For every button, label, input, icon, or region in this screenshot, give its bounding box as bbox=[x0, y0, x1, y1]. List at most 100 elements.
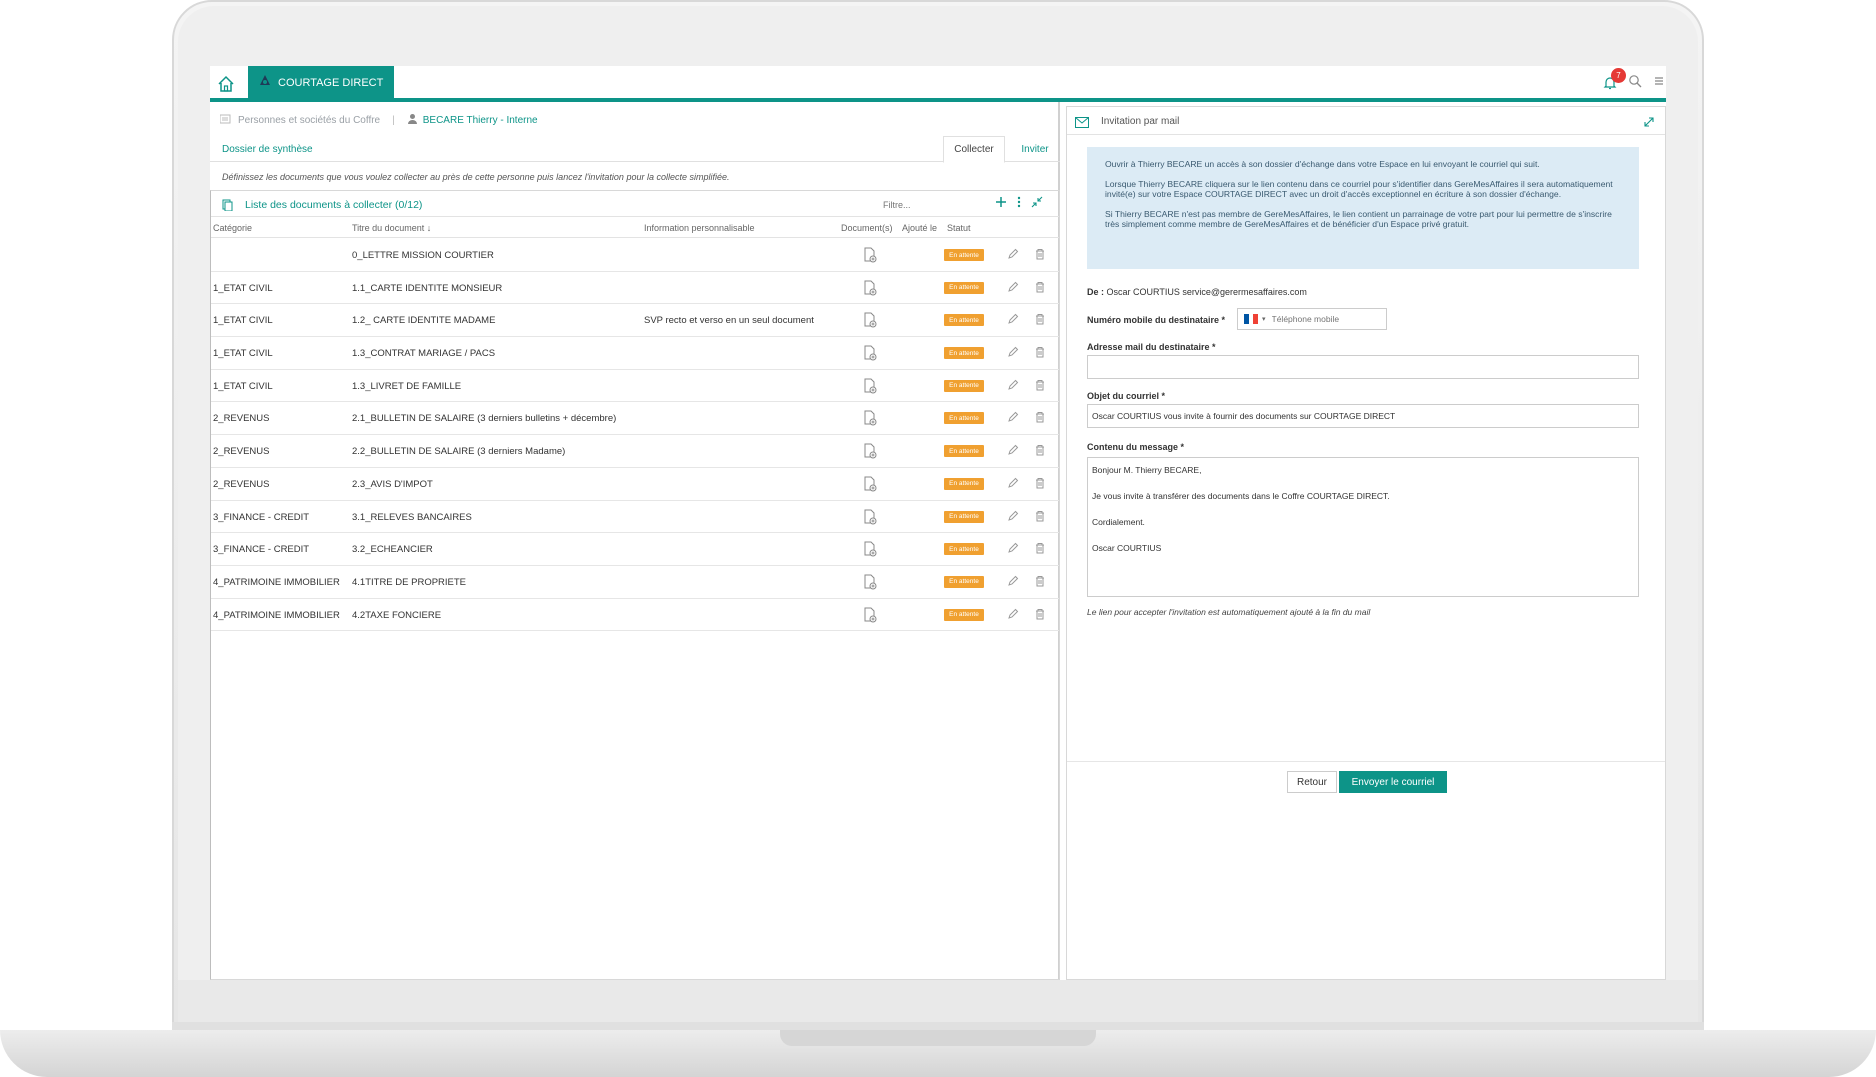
subtabs: Dossier de synthèse Collecter Inviter bbox=[210, 134, 1060, 163]
email-input[interactable] bbox=[1087, 355, 1639, 379]
from-label: De : bbox=[1087, 287, 1105, 297]
table-row[interactable]: 2_REVENUS 2.1_BULLETIN DE SALAIRE (3 dern… bbox=[211, 402, 1059, 436]
brand-logo-icon bbox=[258, 73, 272, 87]
edit-icon[interactable] bbox=[1007, 575, 1019, 587]
brand-tab[interactable]: COURTAGE DIRECT bbox=[248, 66, 394, 100]
edit-icon[interactable] bbox=[1007, 542, 1019, 554]
table-row[interactable]: 2_REVENUS 2.3_AVIS D'IMPOT En attente bbox=[211, 468, 1059, 501]
expand-icon[interactable] bbox=[1643, 115, 1655, 127]
table-row[interactable]: 3_FINANCE - CREDIT 3.2_ECHEANCIER En atten… bbox=[211, 533, 1059, 566]
breadcrumb: Personnes et sociétés du Coffre | BECARE… bbox=[219, 112, 538, 128]
breadcrumb-separator: | bbox=[392, 114, 395, 126]
row-title: 1.3_LIVRET DE FAMILLE bbox=[352, 380, 462, 392]
edit-icon[interactable] bbox=[1007, 411, 1019, 423]
breadcrumb-person[interactable]: BECARE Thierry - Interne bbox=[407, 113, 538, 127]
status-badge: En attente bbox=[944, 347, 984, 360]
edit-icon[interactable] bbox=[1007, 313, 1019, 325]
send-email-button[interactable]: Envoyer le courriel bbox=[1339, 771, 1447, 793]
message-textarea[interactable]: Bonjour M. Thierry BECARE, Je vous invit… bbox=[1087, 457, 1639, 597]
upload-document-icon[interactable] bbox=[862, 443, 878, 459]
table-row[interactable]: 4_PATRIMOINE IMMOBILIER 4.2TAXE FONCIERE E… bbox=[211, 599, 1059, 632]
mail-icon bbox=[1075, 115, 1089, 128]
delete-icon[interactable] bbox=[1034, 411, 1046, 423]
menu-icon[interactable] bbox=[1652, 74, 1666, 93]
collapse-icon[interactable] bbox=[1031, 196, 1043, 211]
table-row[interactable]: 1_ETAT CIVIL 1.3_LIVRET DE FAMILLE En atte… bbox=[211, 370, 1059, 403]
col-status[interactable]: Statut bbox=[947, 223, 971, 233]
delete-icon[interactable] bbox=[1034, 281, 1046, 293]
table-row[interactable]: 0_LETTRE MISSION COURTIER En attente bbox=[211, 239, 1059, 272]
home-icon[interactable] bbox=[216, 74, 236, 94]
top-right-actions: 7 bbox=[1602, 68, 1666, 96]
info-paragraph-2: Lorsque Thierry BECARE cliquera sur le l… bbox=[1105, 178, 1613, 200]
delete-icon[interactable] bbox=[1034, 575, 1046, 587]
upload-document-icon[interactable] bbox=[862, 247, 878, 263]
upload-document-icon[interactable] bbox=[862, 280, 878, 296]
row-title: 2.1_BULLETIN DE SALAIRE (3 derniers bull… bbox=[352, 413, 617, 425]
delete-icon[interactable] bbox=[1034, 313, 1046, 325]
edit-icon[interactable] bbox=[1007, 248, 1019, 260]
tab-collect[interactable]: Collecter bbox=[943, 136, 1005, 163]
info-paragraph-3: Si Thierry BECARE n'est pas membre de Ge… bbox=[1105, 208, 1612, 230]
filter-input[interactable] bbox=[883, 197, 973, 213]
invitation-panel: Invitation par mail Ouvrir à Thierry BEC… bbox=[1066, 106, 1666, 980]
upload-document-icon[interactable] bbox=[862, 312, 878, 328]
status-badge: En attente bbox=[944, 249, 984, 261]
upload-document-icon[interactable] bbox=[862, 410, 878, 426]
search-icon[interactable] bbox=[1628, 74, 1642, 93]
tab-invite[interactable]: Inviter bbox=[1012, 136, 1058, 162]
breadcrumb-root[interactable]: Personnes et sociétés du Coffre bbox=[238, 115, 380, 126]
edit-icon[interactable] bbox=[1007, 379, 1019, 391]
more-options-icon[interactable] bbox=[1017, 196, 1021, 211]
row-title: 0_LETTRE MISSION COURTIER bbox=[352, 250, 494, 261]
row-category: 1_ETAT CIVIL bbox=[213, 282, 273, 294]
delete-icon[interactable] bbox=[1034, 608, 1046, 620]
col-info[interactable]: Information personnalisable bbox=[644, 223, 755, 233]
edit-icon[interactable] bbox=[1007, 608, 1019, 620]
upload-document-icon[interactable] bbox=[862, 541, 878, 557]
col-title[interactable]: Titre du document ↓ bbox=[352, 223, 431, 233]
france-flag-icon[interactable] bbox=[1244, 314, 1259, 324]
table-row[interactable]: 2_REVENUS 2.2_BULLETIN DE SALAIRE (3 dern… bbox=[211, 435, 1059, 468]
upload-document-icon[interactable] bbox=[862, 476, 878, 492]
table-row[interactable]: 1_ETAT CIVIL 1.2_ CARTE IDENTITE MADAME SV… bbox=[211, 304, 1059, 338]
flag-dropdown-icon[interactable]: ▾ bbox=[1262, 315, 1266, 323]
table-row[interactable]: 1_ETAT CIVIL 1.1_CARTE IDENTITE MONSIEUR E… bbox=[211, 272, 1059, 305]
edit-icon[interactable] bbox=[1007, 281, 1019, 293]
upload-document-icon[interactable] bbox=[862, 574, 878, 590]
edit-icon[interactable] bbox=[1007, 510, 1019, 522]
upload-document-icon[interactable] bbox=[862, 607, 878, 623]
upload-document-icon[interactable] bbox=[862, 509, 878, 525]
delete-icon[interactable] bbox=[1034, 510, 1046, 522]
col-added[interactable]: Ajouté le bbox=[902, 223, 937, 233]
delete-icon[interactable] bbox=[1034, 346, 1046, 358]
edit-icon[interactable] bbox=[1007, 477, 1019, 489]
add-icon[interactable] bbox=[995, 196, 1007, 211]
back-button[interactable]: Retour bbox=[1287, 771, 1337, 793]
delete-icon[interactable] bbox=[1034, 477, 1046, 489]
delete-icon[interactable] bbox=[1034, 444, 1046, 456]
upload-document-icon[interactable] bbox=[862, 378, 878, 394]
edit-icon[interactable] bbox=[1007, 346, 1019, 358]
upload-document-icon[interactable] bbox=[862, 345, 878, 361]
subject-input[interactable] bbox=[1087, 404, 1639, 428]
row-category: 1_ETAT CIVIL bbox=[213, 380, 273, 392]
mobile-field[interactable]: ▾ bbox=[1237, 308, 1387, 330]
col-documents[interactable]: Document(s) bbox=[841, 223, 893, 233]
table-row[interactable]: 1_ETAT CIVIL 1.3_CONTRAT MARIAGE / PACS En… bbox=[211, 337, 1059, 370]
delete-icon[interactable] bbox=[1034, 379, 1046, 391]
status-badge: En attente bbox=[944, 379, 984, 392]
table-row[interactable]: 3_FINANCE - CREDIT 3.1_RELEVES BANCAIRES E… bbox=[211, 501, 1059, 534]
col-category[interactable]: Catégorie bbox=[213, 223, 252, 233]
table-row[interactable]: 4_PATRIMOINE IMMOBILIER 4.1TITRE DE PROPR… bbox=[211, 566, 1059, 599]
mobile-input[interactable] bbox=[1271, 314, 1372, 324]
top-bar: COURTAGE DIRECT 7 bbox=[210, 66, 1666, 102]
bell-icon[interactable]: 7 bbox=[1602, 68, 1626, 91]
edit-icon[interactable] bbox=[1007, 444, 1019, 456]
delete-icon[interactable] bbox=[1034, 542, 1046, 554]
status-badge: En attente bbox=[944, 608, 984, 621]
delete-icon[interactable] bbox=[1034, 248, 1046, 260]
laptop-notch bbox=[780, 1030, 1096, 1046]
row-category: 2_REVENUS bbox=[213, 446, 270, 458]
synthesis-link[interactable]: Dossier de synthèse bbox=[222, 144, 313, 155]
